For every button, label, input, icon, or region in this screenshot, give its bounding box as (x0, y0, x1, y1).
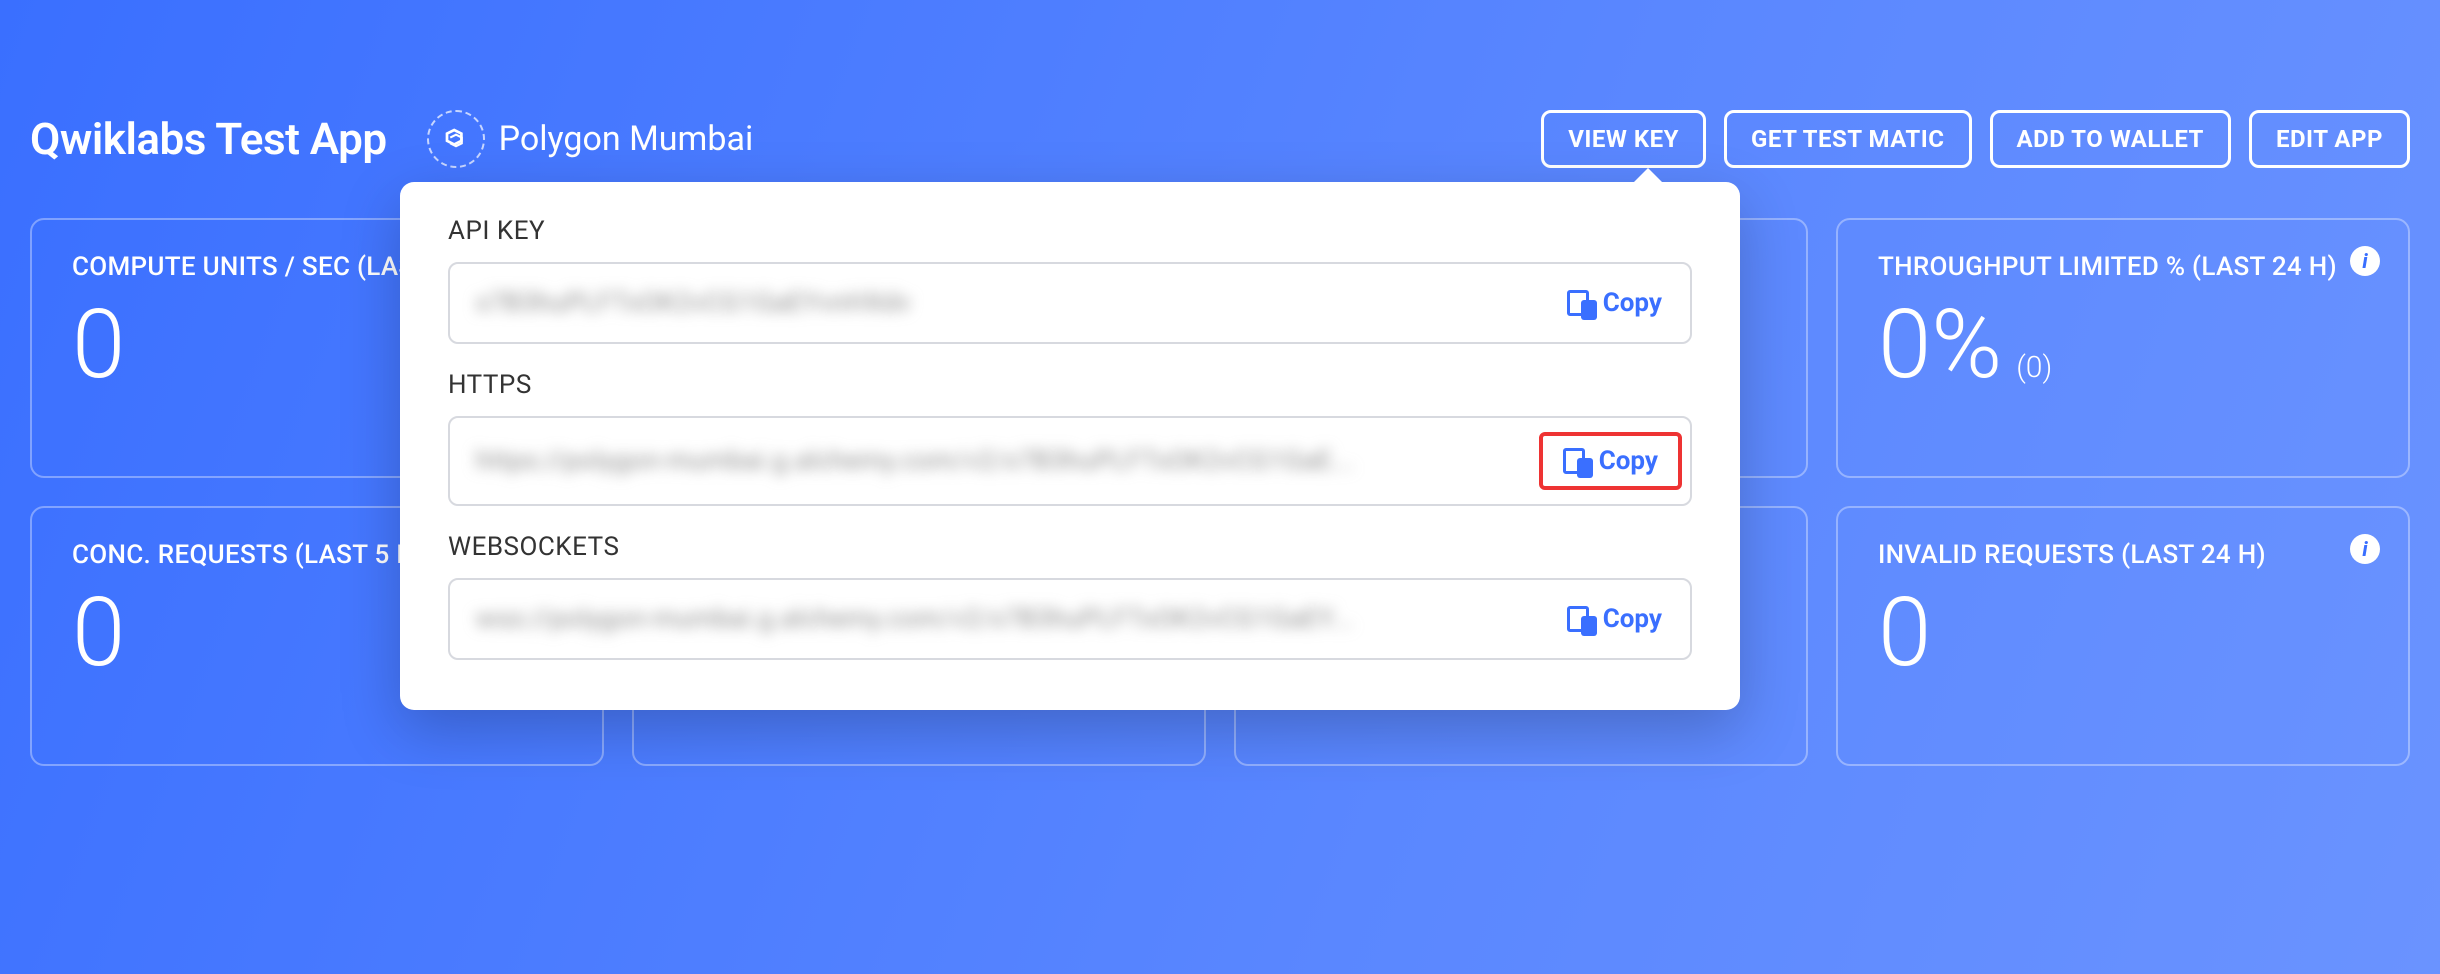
copy-label: Copy (1603, 604, 1662, 634)
https-field: https://polygon-mumbai.g.alchemy.com/v2/… (448, 416, 1692, 506)
network-badge: Polygon Mumbai (427, 110, 754, 168)
websockets-section: WEBSOCKETS wss://polygon-mumbai.g.alchem… (448, 532, 1692, 660)
info-icon[interactable]: i (2350, 246, 2380, 276)
stat-value: 0 (72, 297, 125, 393)
add-to-wallet-button[interactable]: ADD TO WALLET (1990, 110, 2231, 168)
copy-icon (1567, 290, 1593, 316)
stat-value: 0 (72, 585, 125, 681)
view-key-button[interactable]: VIEW KEY (1541, 110, 1706, 168)
api-key-section: API KEY x7B3huPLFTxOK2vCG1GaEYvnHXdv Cop… (448, 216, 1692, 344)
stat-card-throughput: i THROUGHPUT LIMITED % (LAST 24 H) 0% (0… (1836, 218, 2410, 478)
header-actions: VIEW KEY GET TEST MATIC ADD TO WALLET ED… (1541, 110, 2410, 168)
copy-https-button[interactable]: Copy (1539, 432, 1682, 490)
api-key-value: x7B3huPLFTxOK2vCG1GaEYvnHXdv (476, 288, 1537, 318)
copy-icon (1563, 448, 1589, 474)
copy-api-key-button[interactable]: Copy (1547, 278, 1682, 328)
copy-icon (1567, 606, 1593, 632)
websockets-value: wss://polygon-mumbai.g.alchemy.com/v2/x7… (476, 604, 1537, 634)
stat-value: 0% (1878, 297, 2002, 393)
page-header: Qwiklabs Test App Polygon Mumbai VIEW KE… (30, 110, 2410, 168)
polygon-icon (427, 110, 485, 168)
edit-app-button[interactable]: EDIT APP (2249, 110, 2410, 168)
api-key-field: x7B3huPLFTxOK2vCG1GaEYvnHXdv Copy (448, 262, 1692, 344)
stat-subvalue: (0) (2016, 350, 2052, 385)
copy-label: Copy (1599, 446, 1658, 476)
stat-label: THROUGHPUT LIMITED % (LAST 24 H) (1878, 250, 2368, 285)
stat-value: 0 (1878, 585, 1931, 681)
view-key-popover: API KEY x7B3huPLFTxOK2vCG1GaEYvnHXdv Cop… (400, 182, 1740, 710)
websockets-label: WEBSOCKETS (448, 532, 1692, 562)
https-section: HTTPS https://polygon-mumbai.g.alchemy.c… (448, 370, 1692, 506)
app-title: Qwiklabs Test App (30, 113, 387, 165)
info-icon[interactable]: i (2350, 534, 2380, 564)
network-label: Polygon Mumbai (499, 119, 754, 159)
stat-card-invalid-requests: i INVALID REQUESTS (LAST 24 H) 0 (1836, 506, 2410, 766)
https-value: https://polygon-mumbai.g.alchemy.com/v2/… (476, 446, 1529, 476)
copy-websockets-button[interactable]: Copy (1547, 594, 1682, 644)
https-label: HTTPS (448, 370, 1692, 400)
websockets-field: wss://polygon-mumbai.g.alchemy.com/v2/x7… (448, 578, 1692, 660)
get-test-matic-button[interactable]: GET TEST MATIC (1724, 110, 1972, 168)
copy-label: Copy (1603, 288, 1662, 318)
api-key-label: API KEY (448, 216, 1692, 246)
stat-label: INVALID REQUESTS (LAST 24 H) (1878, 538, 2368, 573)
